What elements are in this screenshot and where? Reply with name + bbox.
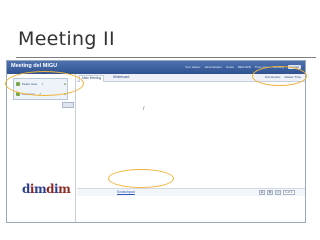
highlight-ellipse-tools (252, 66, 307, 86)
app-name: Meeting del MIGU (11, 63, 58, 69)
sidebar-button[interactable] (62, 102, 74, 108)
top-link: Your status: (184, 65, 201, 69)
document-canvas[interactable]: / (83, 86, 299, 186)
top-link[interactable]: RECORD (238, 65, 251, 69)
text-cursor: / (143, 106, 145, 112)
highlight-ellipse-scratchpad (108, 169, 174, 188)
top-link[interactable]: Notes (226, 65, 234, 69)
scratchpad-link[interactable]: Scratchpad (117, 190, 135, 194)
bottom-tools: A B I 1 of 1 (259, 190, 295, 195)
tab-whiteboard[interactable]: Whiteboard (111, 75, 131, 79)
page-select[interactable]: 1 of 1 (283, 190, 295, 195)
tool-button[interactable]: A (259, 190, 265, 195)
dimdim-logo: dimdim (22, 182, 71, 196)
top-link[interactable]: administrator (205, 65, 222, 69)
title-divider (16, 57, 316, 58)
bottom-bar: Scratchpad A B I 1 of 1 (77, 188, 305, 196)
tool-button[interactable]: I (275, 190, 281, 195)
main-panel: Main Meeting Whiteboard Full window Mast… (77, 74, 305, 222)
sidebar: Pedro Jose ✓ ● Francisco ✓ ● dimdim (7, 74, 76, 222)
slide-title: Meeting II (18, 28, 115, 50)
highlight-ellipse-participants (5, 71, 84, 96)
tool-button[interactable]: B (267, 190, 273, 195)
